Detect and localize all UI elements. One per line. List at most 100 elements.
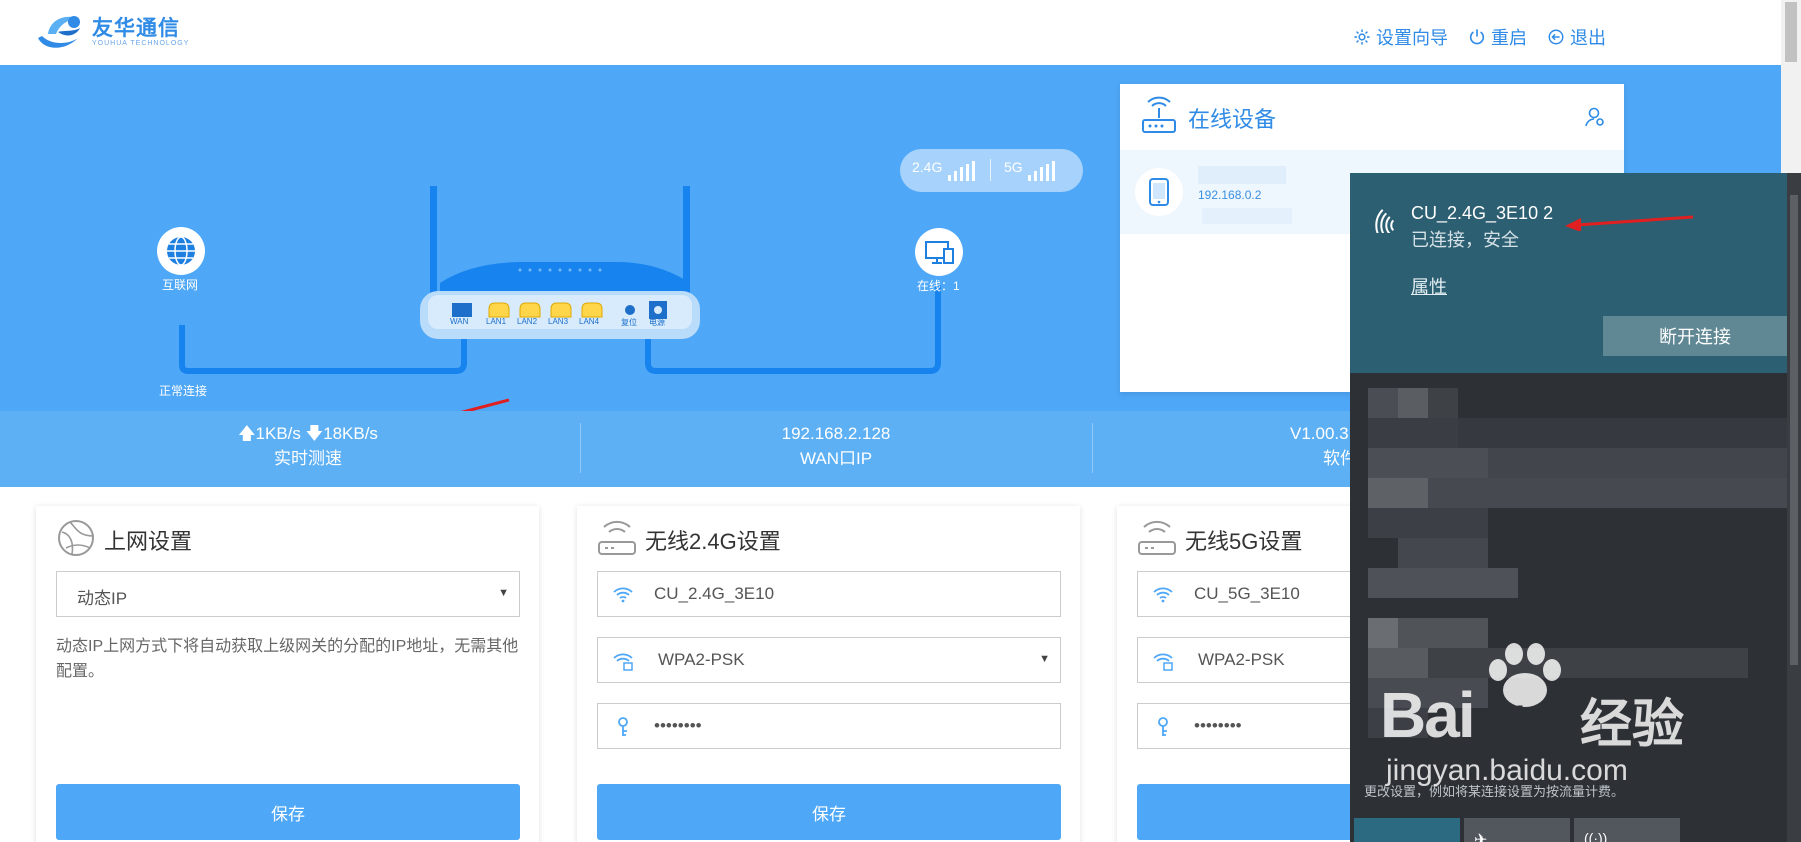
top-header: 友华通信 YOUHUA TECHNOLOGY 设置向导 重启 退出 — [0, 0, 1781, 65]
router-admin-page: { "header": { "brand_cn": "友华通信", "brand… — [0, 0, 1801, 842]
port-label-reset: 复位 — [621, 318, 637, 327]
page-scrollbar-thumb[interactable] — [1785, 2, 1797, 62]
brand-name-en: YOUHUA TECHNOLOGY — [92, 39, 190, 47]
password-5g-value: •••••••• — [1194, 716, 1242, 735]
watermark-brand: Bai — [1380, 679, 1476, 751]
connection-mode-description: 动态IP上网方式下将自动获取上级网关的分配的IP地址，无需其他配置。 — [56, 638, 519, 680]
router-icon — [1142, 96, 1176, 133]
security-24g-select[interactable]: WPA2-PSK ▼ — [597, 637, 1061, 683]
hotspot-quick-tile[interactable]: ((·)) — [1574, 818, 1680, 842]
internet-save-button[interactable]: 保存 — [56, 784, 520, 840]
online-devices-title: 在线设备 — [1188, 107, 1277, 132]
wifi-signal-icon — [1375, 209, 1395, 233]
connection-mode-select[interactable]: 动态IP ▼ — [56, 571, 520, 617]
port-label-power: 电源 — [649, 318, 665, 327]
chevron-down-icon: ▼ — [498, 587, 509, 599]
logout-icon — [1548, 29, 1564, 45]
router-top — [440, 262, 690, 295]
reboot-label: 重启 — [1491, 28, 1527, 48]
wan-ip-stat: 192.168.2.128 WAN口IP — [736, 421, 936, 471]
clients-node[interactable] — [915, 228, 963, 276]
wifi-lock-icon — [613, 653, 633, 671]
ssid-24g-value: CU_2.4G_3E10 — [654, 584, 775, 603]
flyout-scrollbar-thumb[interactable] — [1790, 195, 1798, 665]
port-label-lan3: LAN3 — [548, 317, 569, 326]
wifi-icon — [1153, 587, 1173, 603]
download-speed: 18KB/s — [323, 424, 378, 443]
reboot-link[interactable]: 重启 — [1468, 24, 1527, 50]
band-24-label: 2.4G — [912, 159, 943, 175]
device-name-redacted — [1198, 166, 1286, 184]
device-avatar — [1135, 168, 1183, 216]
wifi-24g-card: 无线2.4G设置 CU_2.4G_3E10 WPA2-PSK ▼ •••••••… — [577, 506, 1080, 842]
connected-network-item[interactable]: CU_2.4G_3E10 2 已连接，安全 属性 断开连接 — [1350, 173, 1801, 373]
port-label-lan2: LAN2 — [517, 317, 538, 326]
signal-icon-5 — [1028, 161, 1055, 181]
connection-mode-value: 动态IP — [77, 589, 128, 608]
hotspot-icon: ((·)) — [1584, 830, 1608, 842]
wifi-icon — [613, 587, 633, 603]
brand-name: 友华通信 — [92, 15, 180, 40]
power-icon — [1469, 29, 1485, 45]
password-24g-input[interactable]: •••••••• — [597, 703, 1061, 749]
wifi-24g-title: 无线2.4G设置 — [645, 529, 781, 554]
port-label-lan1: LAN1 — [486, 317, 507, 326]
internet-settings-title: 上网设置 — [104, 529, 193, 554]
flyout-scrollbar[interactable] — [1787, 173, 1801, 842]
watermark-cn: 经验 — [1580, 696, 1685, 754]
wifi-24g-save-button[interactable]: 保存 — [597, 784, 1061, 840]
wifi-lock-icon — [1153, 653, 1173, 671]
online-count: 在线：1 — [917, 279, 960, 293]
band-5-label: 5G — [1004, 159, 1023, 175]
logout-link[interactable]: 退出 — [1547, 24, 1606, 50]
speed-label: 实时测速 — [274, 449, 342, 468]
ssid-24g-input[interactable]: CU_2.4G_3E10 — [597, 571, 1061, 617]
airplane-icon: ✈ — [1474, 832, 1488, 842]
top-nav: 设置向导 重启 退出 — [1353, 24, 1606, 50]
phone-icon — [1149, 178, 1169, 206]
ssid-5g-value: CU_5G_3E10 — [1194, 584, 1300, 603]
wan-ip-value: 192.168.2.128 — [781, 424, 891, 443]
router-icon — [1138, 520, 1176, 555]
setup-wizard-label: 设置向导 — [1376, 28, 1448, 48]
upload-arrow-icon: 🡅 — [238, 424, 256, 443]
logout-label: 退出 — [1570, 28, 1606, 48]
connection-status-text: 已连接，安全 — [1411, 230, 1519, 250]
properties-link[interactable]: 属性 — [1411, 273, 1447, 299]
wifi-band-indicator: 2.4G 5G — [900, 149, 1083, 192]
globe-icon — [58, 520, 95, 556]
speed-stat: 🡅1KB/s 🡇18KB/s 实时测速 — [208, 421, 408, 471]
chevron-down-icon: ▼ — [1039, 653, 1050, 665]
key-icon — [1158, 717, 1168, 736]
internet-settings-card: 上网设置 动态IP ▼ 动态IP上网方式下将自动获取上级网关的分配的IP地址，无… — [36, 506, 539, 842]
airplane-quick-tile[interactable]: ✈ — [1464, 818, 1570, 842]
setup-wizard-link[interactable]: 设置向导 — [1353, 24, 1448, 50]
internet-label: 互联网 — [162, 278, 199, 292]
connection-status: 正常连接 — [159, 384, 208, 398]
password-24g-value: •••••••• — [654, 716, 702, 735]
user-manage-icon[interactable] — [1584, 106, 1606, 128]
device-ip: 192.168.0.2 — [1198, 188, 1262, 202]
port-label-wan: WAN — [450, 317, 469, 326]
annotation-arrow — [1565, 215, 1694, 231]
security-24g-value: WPA2-PSK — [658, 650, 745, 669]
baidu-jingyan-watermark: Bai du 经验 jingyan.baidu.com — [1380, 640, 1710, 800]
stats-divider — [580, 423, 581, 473]
globe-icon — [167, 236, 195, 266]
signal-icon-24 — [948, 161, 975, 181]
upload-speed: 1KB/s — [255, 424, 301, 443]
watermark-url: jingyan.baidu.com — [1386, 754, 1628, 787]
monitor-icon — [925, 241, 954, 264]
port-label-lan4: LAN4 — [579, 317, 600, 326]
security-5g-value: WPA2-PSK — [1198, 650, 1285, 669]
download-arrow-icon: 🡇 — [305, 424, 324, 443]
key-icon — [618, 717, 628, 736]
disconnect-button[interactable]: 断开连接 — [1603, 316, 1787, 356]
wifi-5g-title: 无线5G设置 — [1185, 529, 1303, 554]
brand-logo: 友华通信 YOUHUA TECHNOLOGY — [34, 10, 189, 52]
gear-icon — [1354, 29, 1370, 45]
wifi-quick-tile[interactable] — [1354, 818, 1460, 842]
connected-ssid: CU_2.4G_3E10 2 — [1411, 203, 1554, 223]
stats-divider — [1092, 423, 1093, 473]
internet-node[interactable] — [157, 227, 205, 275]
